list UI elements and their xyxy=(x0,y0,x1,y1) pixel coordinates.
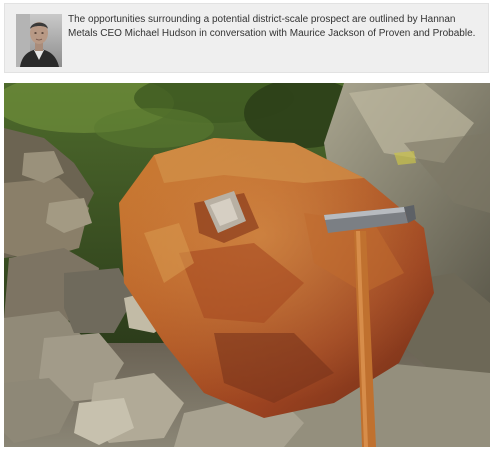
intro-panel: The opportunities surrounding a potentia… xyxy=(4,3,489,73)
intro-text: The opportunities surrounding a potentia… xyxy=(68,14,476,39)
article-photo xyxy=(4,83,490,447)
article-page: The opportunities surrounding a potentia… xyxy=(0,0,493,450)
author-avatar xyxy=(16,14,62,67)
person-portrait-icon xyxy=(16,14,62,67)
rock-outcrop-photo xyxy=(4,83,490,447)
